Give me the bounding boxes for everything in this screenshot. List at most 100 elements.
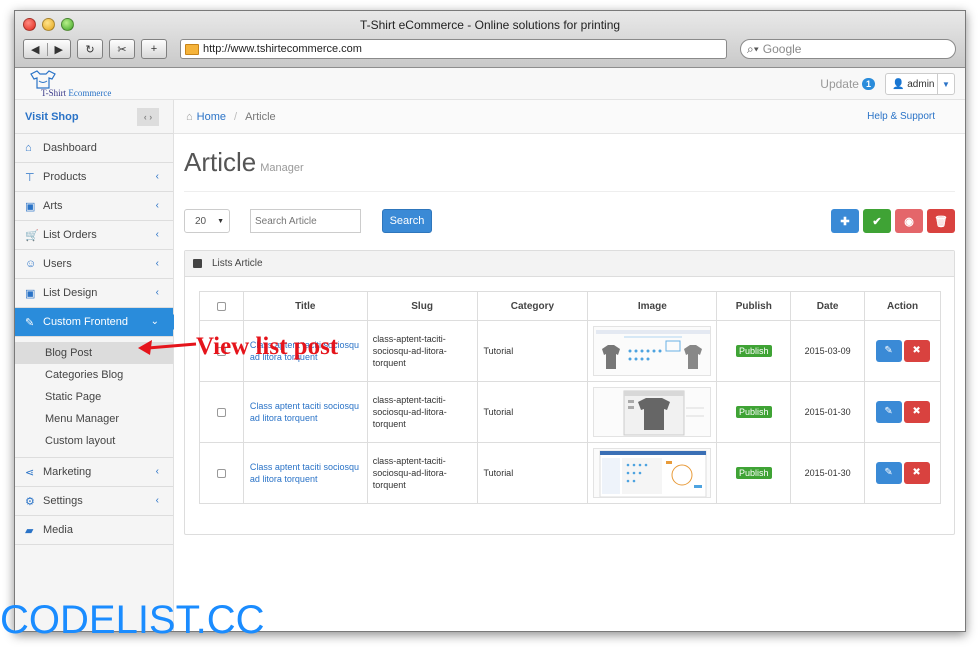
column-header-image: Image <box>587 291 718 321</box>
address-bar[interactable]: http://www.tshirtecommerce.com <box>180 39 727 59</box>
reload-button[interactable]: ↻ <box>77 39 103 59</box>
article-toolbar: 20▼ Search ✚ ✔ ◉ 🗑 <box>184 209 955 233</box>
back-arrow-icon[interactable]: ◀ <box>24 42 48 56</box>
window-title: T-Shirt eCommerce - Online solutions for… <box>359 18 621 32</box>
select-all-checkbox[interactable] <box>216 301 226 311</box>
publish-selected-button[interactable]: ✔ <box>863 209 891 233</box>
update-link[interactable]: Update 1 <box>820 77 875 91</box>
edit-icon: ✎ <box>884 467 893 478</box>
submenu-item-menu-manager[interactable]: Menu Manager <box>15 408 173 430</box>
date-cell: 2015-01-30 <box>790 381 866 443</box>
publish-cell: Publish <box>716 320 792 382</box>
submenu-item-custom-layout[interactable]: Custom layout <box>15 430 173 452</box>
search-article-input[interactable] <box>250 209 361 233</box>
help-support-link[interactable]: Help & Support <box>867 111 935 122</box>
back-forward-buttons[interactable]: ◀ ▶ <box>23 39 71 59</box>
add-article-button[interactable]: ✚ <box>831 209 859 233</box>
bulk-actions: ✚ ✔ ◉ 🗑 <box>831 209 955 233</box>
sidebar: Visit Shop ‹ › ⌂ Dashboard ⊤ Products ‹ ▣ Ar… <box>15 100 181 631</box>
edit-icon: ✎ <box>884 345 893 356</box>
browser-search-field[interactable]: ⌕▾ Google <box>740 39 956 59</box>
articles-table: Title Slug Category Image Publish Date A… <box>199 291 941 504</box>
select-all-cell <box>199 291 244 321</box>
category-cell: Tutorial <box>476 320 589 382</box>
category-cell: Tutorial <box>476 442 589 504</box>
column-header-date[interactable]: Date <box>790 291 866 321</box>
publish-cell: Publish <box>716 381 792 443</box>
action-cell: ✎ ✖ <box>864 320 941 382</box>
publish-status-badge[interactable]: Publish <box>735 406 772 418</box>
user-menu[interactable]: 👤 admin ▼ <box>885 73 955 95</box>
forward-arrow-icon[interactable]: ▶ <box>48 43 71 56</box>
delete-button[interactable]: ✖ <box>903 401 930 423</box>
table-row: Class aptent taciti sociosqu ad litora t… <box>199 381 941 443</box>
tshirt-icon: ⊤ <box>25 171 35 184</box>
edit-button[interactable]: ✎ <box>875 462 902 484</box>
sidebar-item-marketing[interactable]: ⋖ Marketing ‹ <box>15 458 173 487</box>
slug-cell: class-aptent-taciti-sociosqu-ad-litora-t… <box>366 381 478 443</box>
plus-icon: ✚ <box>840 215 850 228</box>
divider <box>184 191 955 192</box>
breadcrumb-home-link[interactable]: Home <box>197 111 226 123</box>
close-icon: ✖ <box>912 467 921 478</box>
action-cell: ✎ ✖ <box>864 442 941 504</box>
column-header-title[interactable]: Title <box>242 291 368 321</box>
app-header: T-Shirt Ecommerce Update 1 👤 admin ▼ <box>15 68 965 100</box>
sidebar-item-list-design[interactable]: ▣ List Design ‹ <box>15 279 173 308</box>
sidebar-item-custom-frontend[interactable]: ✎ Custom Frontend ⌄ <box>15 308 181 337</box>
sidebar-item-arts[interactable]: ▣ Arts ‹ <box>15 192 173 221</box>
edit-button[interactable]: ✎ <box>875 401 902 423</box>
row-checkbox[interactable] <box>216 468 226 478</box>
chevron-left-icon: ‹ <box>155 495 159 506</box>
edit-button[interactable]: ✎ <box>875 340 902 362</box>
delete-button[interactable]: ✖ <box>903 340 930 362</box>
edit-icon: ✎ <box>884 406 893 417</box>
sidebar-item-dashboard[interactable]: ⌂ Dashboard <box>15 134 173 163</box>
chevron-down-icon[interactable]: ▼ <box>938 80 954 89</box>
submenu-item-categories-blog[interactable]: Categories Blog <box>15 364 173 386</box>
visit-shop-link[interactable]: Visit Shop ‹ › <box>15 100 173 134</box>
column-header-category[interactable]: Category <box>476 291 589 321</box>
submenu-item-static-page[interactable]: Static Page <box>15 386 173 408</box>
main-content: ⌂ Home / Article Help & Support Article M… <box>174 100 965 631</box>
sidebar-item-media[interactable]: ▰ Media <box>15 516 173 545</box>
article-thumbnail[interactable] <box>593 326 712 376</box>
tshirt-logo-icon <box>30 70 56 89</box>
column-header-slug[interactable]: Slug <box>366 291 478 321</box>
picture-icon: ▣ <box>25 287 36 300</box>
delete-button[interactable]: ✖ <box>903 462 930 484</box>
column-header-publish[interactable]: Publish <box>716 291 792 321</box>
article-thumbnail[interactable] <box>593 387 712 437</box>
sidebar-item-settings[interactable]: ⚙ Settings ‹ <box>15 487 173 516</box>
date-cell: 2015-03-09 <box>790 320 866 382</box>
sidebar-item-list-orders[interactable]: 🛒 List Orders ‹ <box>15 221 173 250</box>
new-tab-button[interactable]: + <box>141 39 167 59</box>
per-page-select[interactable]: 20 ▼ <box>184 209 230 233</box>
chevron-left-icon: ‹ <box>155 171 159 182</box>
user-name: admin <box>907 78 935 90</box>
sidebar-item-products[interactable]: ⊤ Products ‹ <box>15 163 173 192</box>
close-icon: ✖ <box>912 406 921 417</box>
image-cell <box>587 320 718 382</box>
article-title-link[interactable]: Class aptent taciti sociosqu ad litora t… <box>244 461 367 485</box>
sidebar-toggle-button[interactable]: ‹ › <box>137 108 159 126</box>
date-cell: 2015-01-30 <box>790 442 866 504</box>
article-thumbnail[interactable] <box>593 448 712 498</box>
share-icon: ⋖ <box>25 466 35 479</box>
sidebar-item-users[interactable]: ☺ Users ‹ <box>15 250 173 279</box>
logo[interactable]: T-Shirt Ecommerce <box>25 70 145 98</box>
image-cell <box>587 442 718 504</box>
caret-down-icon: ▼ <box>217 217 224 225</box>
row-checkbox[interactable] <box>216 407 226 417</box>
folder-icon <box>185 43 199 55</box>
article-title-link[interactable]: Class aptent taciti sociosqu ad litora t… <box>244 400 367 424</box>
publish-status-badge[interactable]: Publish <box>735 467 772 479</box>
scissors-icon: ✂ <box>117 43 127 56</box>
unpublish-selected-button[interactable]: ◉ <box>895 209 923 233</box>
publish-status-badge[interactable]: Publish <box>735 345 772 357</box>
search-button[interactable]: Search <box>382 209 432 233</box>
delete-selected-button[interactable]: 🗑 <box>927 209 955 233</box>
callout-arrow-icon <box>138 340 197 355</box>
breadcrumb-separator: / <box>234 110 238 123</box>
screenshot-button[interactable]: ✂ <box>109 39 135 59</box>
